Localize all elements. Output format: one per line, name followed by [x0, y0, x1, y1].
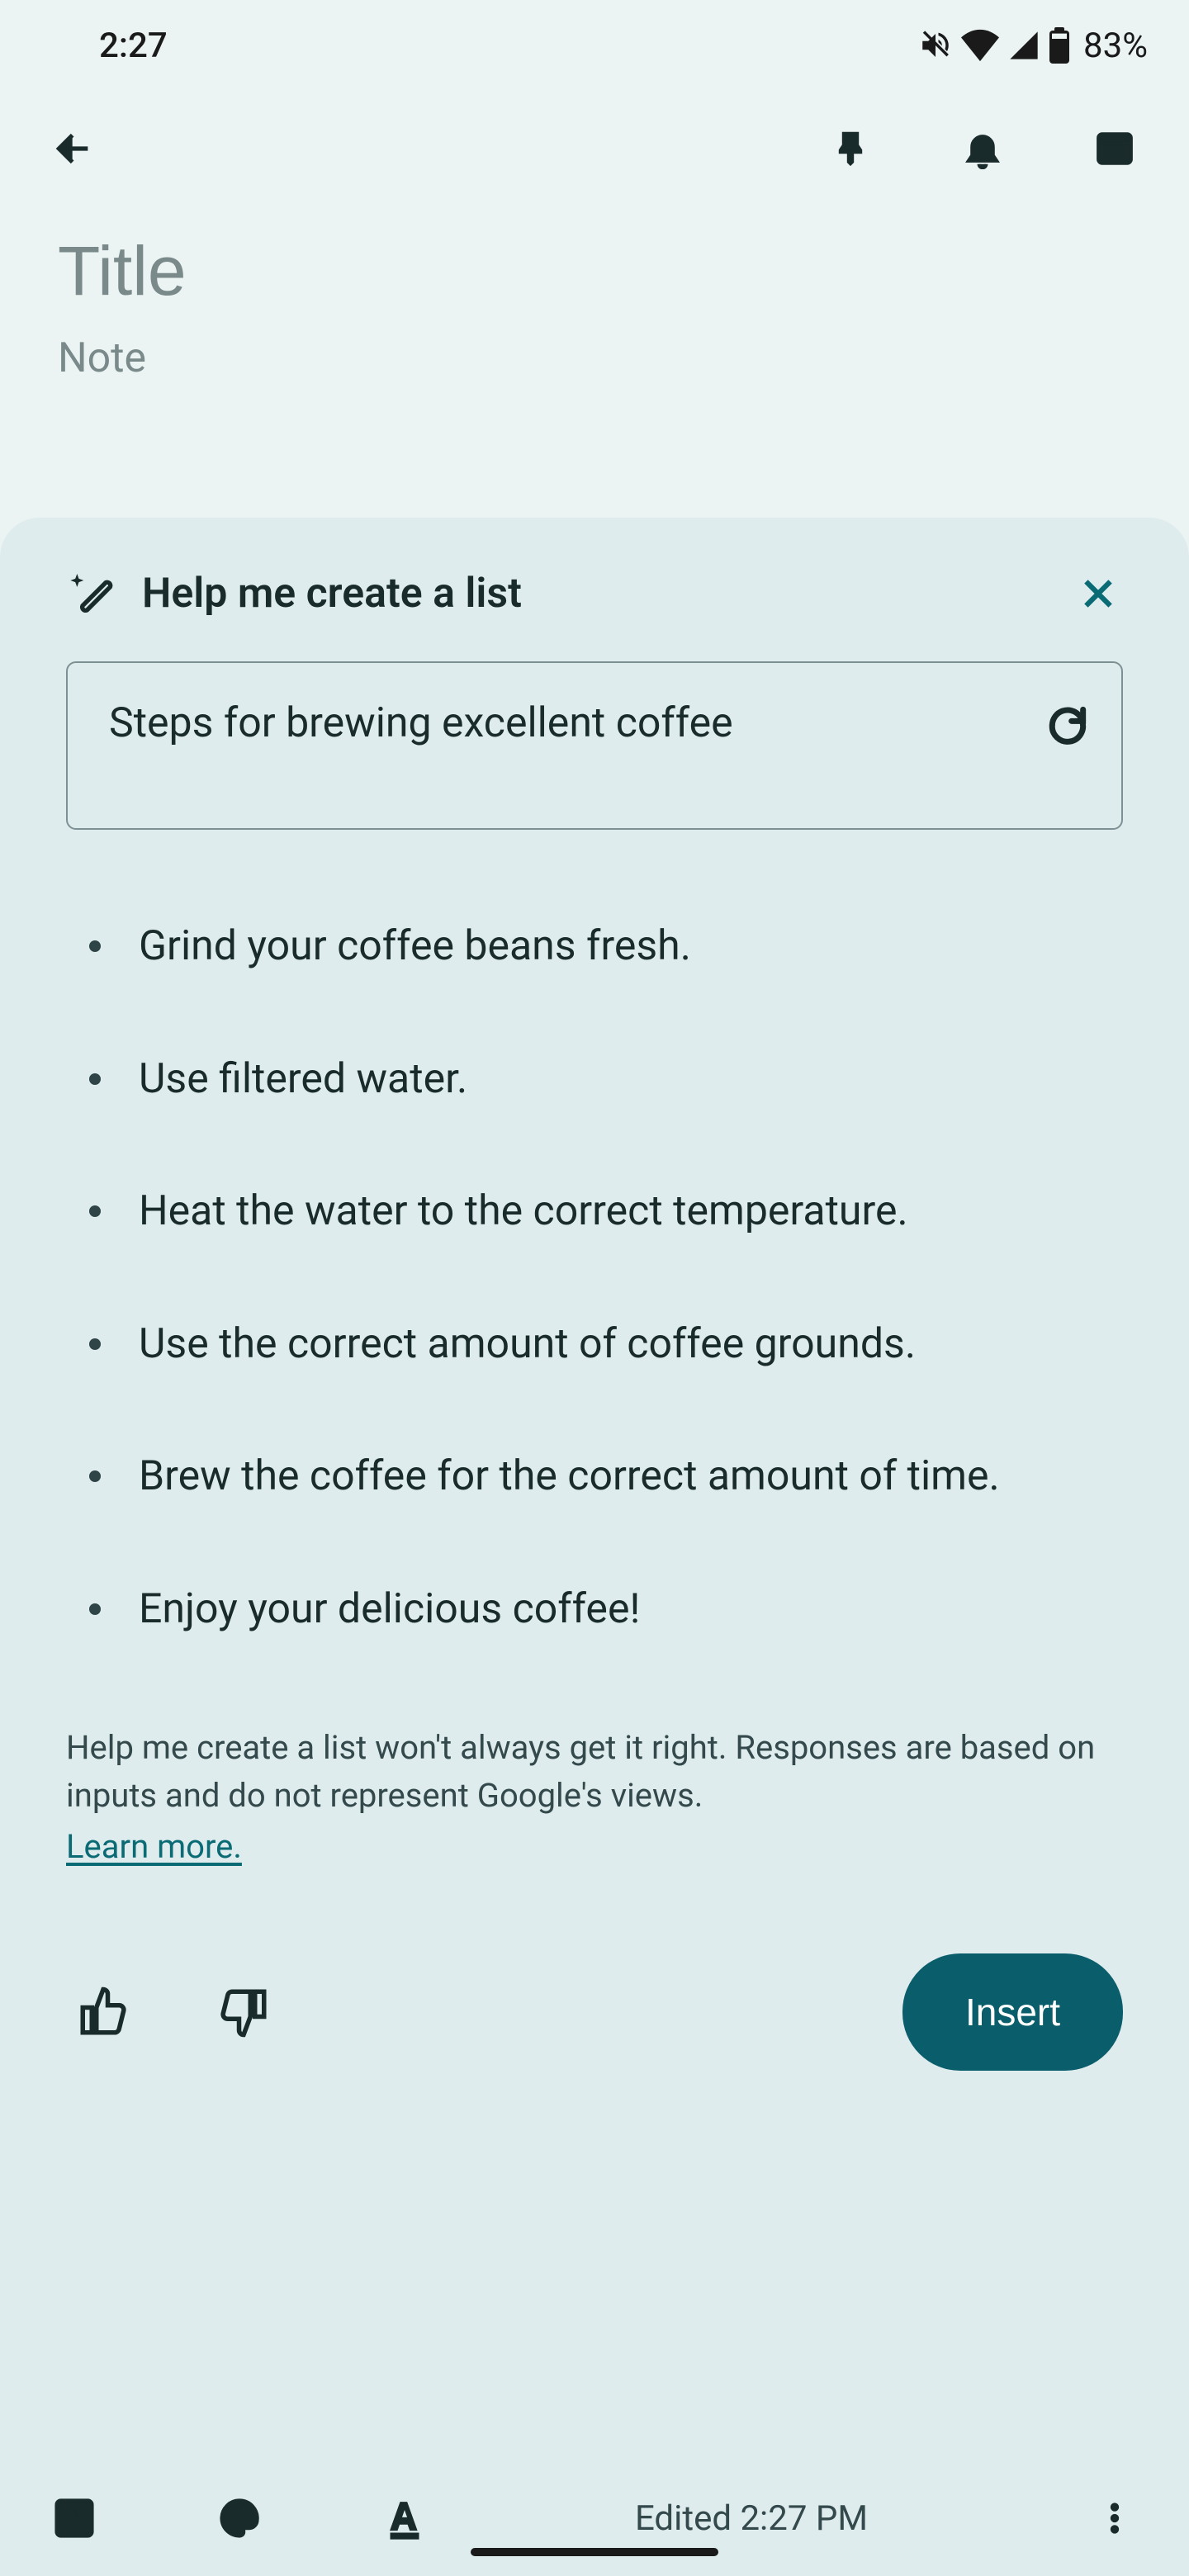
- feedback-row: Insert: [66, 1953, 1123, 2071]
- archive-button[interactable]: [1073, 107, 1156, 190]
- close-button[interactable]: [1073, 569, 1123, 618]
- more-vert-icon: [1096, 2499, 1134, 2537]
- note-editor: [0, 206, 1189, 386]
- battery-percent: 83%: [1083, 26, 1148, 66]
- refresh-icon: [1045, 702, 1091, 748]
- text-format-icon: [381, 2495, 428, 2541]
- insert-button[interactable]: Insert: [902, 1953, 1123, 2071]
- battery-icon: [1049, 27, 1070, 64]
- wifi-icon: [961, 29, 999, 62]
- list-item: Enjoy your delicious coffee!: [74, 1584, 1123, 1636]
- list-item: Use filtered water.: [74, 1054, 1123, 1106]
- thumbs-up-icon: [76, 1985, 130, 2039]
- nav-handle[interactable]: [471, 2548, 718, 2556]
- prompt-box[interactable]: Steps for brewing excellent coffee: [66, 661, 1123, 830]
- bell-add-icon: [962, 128, 1003, 169]
- color-palette-button[interactable]: [198, 2477, 281, 2559]
- pin-icon: [831, 129, 870, 168]
- app-bar: [0, 91, 1189, 206]
- assist-header: Help me create a list: [66, 567, 1123, 620]
- regenerate-button[interactable]: [1039, 696, 1097, 754]
- list-item: Heat the water to the correct temperatur…: [74, 1186, 1123, 1238]
- bullet-icon: [89, 1470, 101, 1482]
- status-icons: 83%: [918, 26, 1148, 66]
- disclaimer: Help me create a list won't always get i…: [66, 1724, 1123, 1871]
- arrow-back-icon: [51, 125, 97, 172]
- thumbs-down-button[interactable]: [206, 1975, 281, 2049]
- archive-icon: [1093, 127, 1136, 170]
- title-input[interactable]: [58, 231, 1131, 311]
- status-time: 2:27: [99, 26, 168, 66]
- palette-icon: [216, 2495, 263, 2541]
- add-box-icon: [51, 2495, 97, 2541]
- bullet-icon: [89, 1073, 101, 1085]
- thumbs-up-button[interactable]: [66, 1975, 140, 2049]
- pin-button[interactable]: [809, 107, 892, 190]
- close-icon: [1078, 573, 1119, 614]
- magic-wand-icon: [66, 567, 119, 620]
- bullet-icon: [89, 1205, 101, 1217]
- assist-card: Help me create a list Steps for brewing …: [0, 518, 1189, 2460]
- list-item: Use the correct amount of coffee grounds…: [74, 1319, 1123, 1371]
- more-options-button[interactable]: [1073, 2477, 1156, 2559]
- thumbs-down-icon: [216, 1985, 271, 2039]
- list-item: Brew the coffee for the correct amount o…: [74, 1451, 1123, 1503]
- generated-list: Grind your coffee beans fresh. Use filte…: [66, 921, 1123, 1716]
- assist-title: Help me create a list: [142, 570, 1050, 618]
- back-button[interactable]: [33, 107, 116, 190]
- bullet-icon: [89, 940, 101, 952]
- add-content-button[interactable]: [33, 2477, 116, 2559]
- volume-mute-icon: [918, 28, 953, 63]
- note-body-input[interactable]: [58, 334, 1131, 382]
- status-bar: 2:27 83%: [0, 0, 1189, 91]
- edited-timestamp: Edited 2:27 PM: [429, 2498, 1073, 2539]
- reminder-button[interactable]: [941, 107, 1024, 190]
- cell-signal-icon: [1007, 29, 1040, 62]
- list-item: Grind your coffee beans fresh.: [74, 921, 1123, 973]
- bullet-icon: [89, 1603, 101, 1615]
- bullet-icon: [89, 1338, 101, 1350]
- learn-more-link[interactable]: Learn more.: [66, 1823, 242, 1871]
- bottom-toolbar: Edited 2:27 PM: [0, 2460, 1189, 2576]
- prompt-text: Steps for brewing excellent coffee: [109, 696, 1039, 752]
